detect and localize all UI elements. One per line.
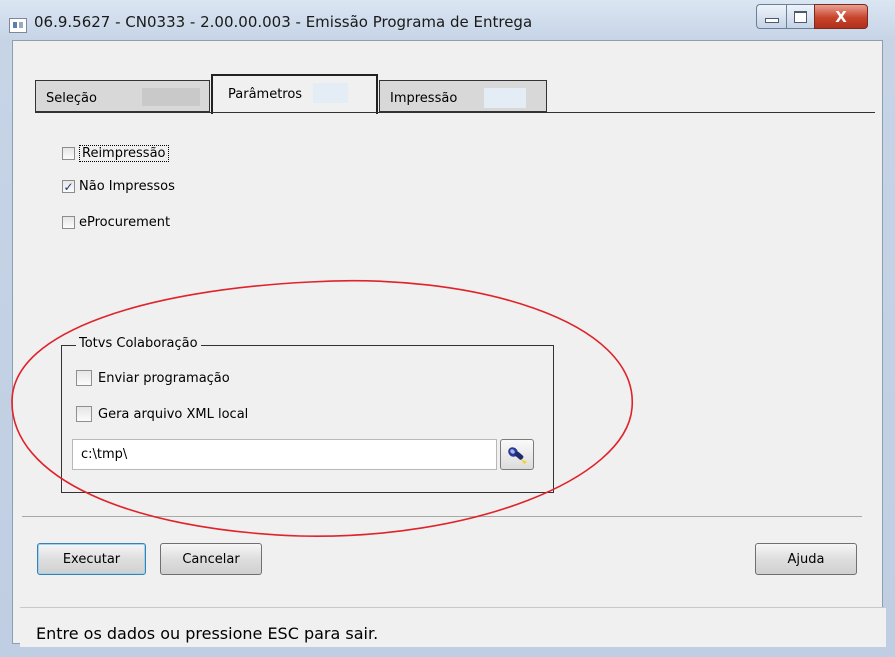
enviar-programacao-label: Enviar programação	[98, 370, 230, 386]
nao-impressos-label: Não Impressos	[79, 179, 175, 194]
tab-label: Seleção	[46, 91, 97, 106]
gera-xml-label: Gera arquivo XML local	[98, 406, 249, 422]
checkmark-icon: ✓	[63, 179, 74, 194]
enviar-programacao-checkbox[interactable]: Enviar programação	[76, 370, 230, 386]
gera-xml-checkbox[interactable]: Gera arquivo XML local	[76, 406, 248, 422]
xml-path-input[interactable]: c:\tmp\	[72, 439, 497, 470]
tab-parametros[interactable]: Parâmetros	[211, 74, 378, 114]
maximize-icon	[794, 10, 807, 23]
tab-shade	[313, 83, 348, 103]
window-title: 06.9.5627 - CN0333 - 2.00.00.003 - Emiss…	[34, 13, 533, 31]
flashlight-icon	[508, 446, 527, 464]
cancelar-button[interactable]: Cancelar	[160, 543, 262, 575]
browse-button[interactable]	[500, 439, 534, 470]
eprocurement-checkbox[interactable]: eProcurement	[62, 215, 170, 230]
checkbox-box[interactable]	[62, 216, 75, 229]
title-bar[interactable]: 06.9.5627 - CN0333 - 2.00.00.003 - Emiss…	[0, 0, 895, 40]
group-title: Totvs Colaboração	[76, 336, 201, 351]
window-controls: X	[756, 4, 868, 29]
checkbox-box[interactable]	[62, 147, 75, 160]
tab-label: Impressão	[390, 91, 458, 106]
minimize-icon	[764, 18, 779, 23]
checkbox-box[interactable]: ✓	[62, 180, 75, 193]
minimize-button[interactable]	[756, 4, 786, 29]
executar-button[interactable]: Executar	[37, 543, 146, 575]
tab-shade	[142, 88, 200, 106]
application-window: 06.9.5627 - CN0333 - 2.00.00.003 - Emiss…	[0, 0, 895, 657]
nao-impressos-checkbox[interactable]: ✓ Não Impressos	[62, 179, 175, 194]
status-message: Entre os dados ou pressione ESC para sai…	[36, 624, 379, 643]
ajuda-button[interactable]: Ajuda	[755, 543, 857, 575]
app-icon[interactable]	[9, 18, 27, 33]
tab-selecao[interactable]: Seleção	[35, 80, 210, 112]
reimpressao-label: Reimpressão	[79, 145, 169, 162]
tab-impressao[interactable]: Impressão	[379, 80, 547, 112]
close-icon: X	[835, 7, 847, 26]
maximize-button[interactable]	[786, 4, 814, 29]
checkbox-box[interactable]	[76, 370, 92, 386]
checkbox-box[interactable]	[76, 406, 92, 422]
tab-shade	[484, 88, 526, 108]
eprocurement-label: eProcurement	[79, 215, 171, 230]
close-button[interactable]: X	[814, 4, 868, 29]
tab-label: Parâmetros	[228, 87, 303, 102]
reimpressao-checkbox[interactable]: Reimpressão	[62, 145, 169, 162]
button-separator	[22, 516, 862, 517]
status-bar: Entre os dados ou pressione ESC para sai…	[20, 607, 886, 647]
